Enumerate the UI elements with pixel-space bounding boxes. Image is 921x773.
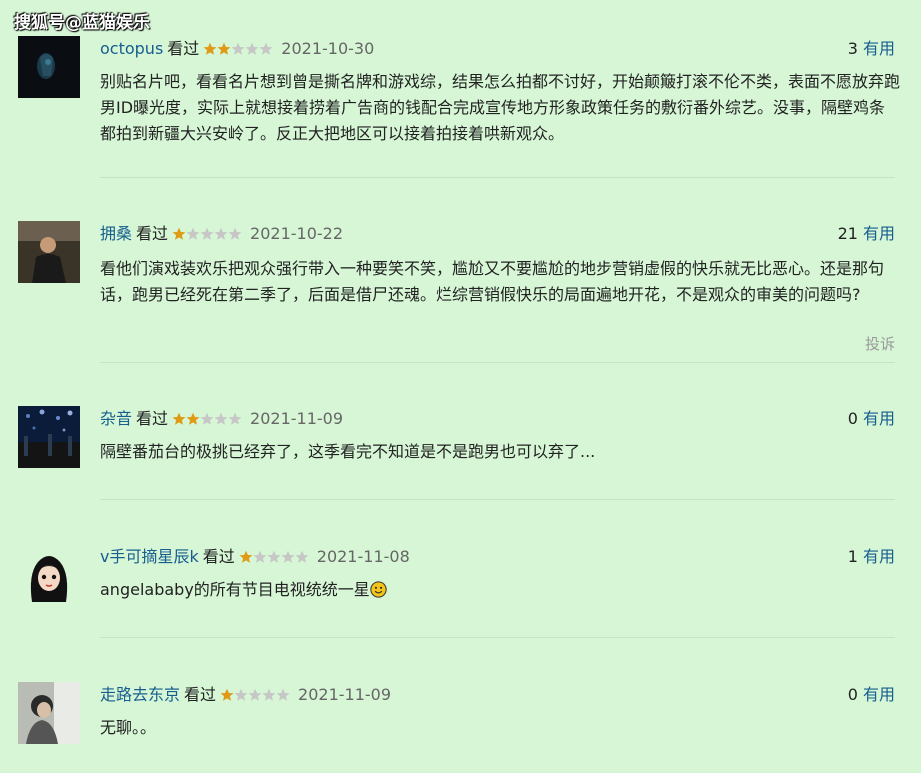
watch-status: 看过 — [167, 39, 200, 58]
username-link[interactable]: octopus — [100, 38, 163, 60]
divider — [100, 177, 895, 178]
useful-button[interactable]: 有用 — [863, 409, 895, 428]
useful-vote[interactable]: 0 有用 — [848, 408, 895, 430]
comment-text: 无聊。。 — [100, 718, 157, 737]
avatar[interactable] — [18, 682, 80, 744]
divider — [100, 637, 895, 638]
comment-header: 走路去东京 看过 2021-11-09 0 有用 — [100, 684, 895, 706]
star-empty-icon — [281, 550, 295, 563]
star-empty-icon — [259, 42, 273, 55]
useful-vote[interactable]: 21 有用 — [838, 223, 895, 245]
smiley-face-icon — [370, 581, 387, 598]
comment-date: 2021-10-22 — [250, 224, 344, 243]
comment-text-content: angelababy的所有节目电视统统一星 — [100, 580, 370, 599]
comment-date: 2021-11-08 — [316, 547, 410, 566]
watch-status: 看过 — [136, 224, 169, 243]
avatar[interactable] — [18, 406, 80, 468]
comment-date: 2021-11-09 — [250, 409, 344, 428]
avatar[interactable] — [18, 221, 80, 283]
useful-count: 3 — [847, 39, 858, 58]
useful-button[interactable]: 有用 — [863, 224, 895, 243]
username-link[interactable]: 拥桑 — [100, 223, 132, 245]
comment-header: 拥桑 看过 2021-10-22 21 有用 — [100, 223, 895, 245]
useful-count: 0 — [847, 685, 858, 704]
username-link[interactable]: 杂音 — [100, 408, 132, 430]
star-filled-icon — [186, 412, 200, 425]
star-filled-icon — [220, 688, 234, 701]
star-empty-icon — [186, 227, 200, 240]
star-filled-icon — [203, 42, 217, 55]
star-empty-icon — [214, 412, 228, 425]
comment-header: 杂音 看过 2021-11-09 0 有用 — [100, 408, 895, 430]
comment-text: 隔壁番茄台的极挑已经弃了，这季看完不知道是不是跑男也可以弃了... — [100, 442, 596, 461]
star-empty-icon — [267, 550, 281, 563]
comment-date: 2021-11-09 — [298, 685, 392, 704]
star-empty-icon — [295, 550, 309, 563]
watch-status: 看过 — [202, 547, 235, 566]
star-filled-icon — [239, 550, 253, 563]
useful-button[interactable]: 有用 — [863, 685, 895, 704]
useful-button[interactable]: 有用 — [863, 39, 895, 58]
rating-stars — [239, 550, 309, 564]
star-empty-icon — [253, 550, 267, 563]
username-link[interactable]: 走路去东京 — [100, 684, 180, 706]
username-link[interactable]: v手可摘星辰k — [100, 546, 199, 568]
report-button[interactable]: 投诉 — [865, 333, 895, 354]
star-empty-icon — [231, 42, 245, 55]
watch-status: 看过 — [184, 685, 217, 704]
comment-date: 2021-10-30 — [281, 39, 375, 58]
star-empty-icon — [276, 688, 290, 701]
comment-text: angelababy的所有节目电视统统一星 — [100, 577, 900, 603]
useful-vote[interactable]: 1 有用 — [848, 546, 895, 568]
comment-text: 别贴名片吧，看看名片想到曾是撕名牌和游戏综，结果怎么拍都不讨好，开始颠簸打滚不伦… — [100, 72, 901, 143]
star-filled-icon — [217, 42, 231, 55]
avatar[interactable] — [18, 36, 80, 98]
star-filled-icon — [172, 227, 186, 240]
comment-header: octopus 看过 2021-10-30 3 有用 — [100, 38, 895, 60]
rating-stars — [220, 688, 290, 702]
star-empty-icon — [200, 412, 214, 425]
avatar[interactable] — [18, 544, 80, 606]
star-empty-icon — [200, 227, 214, 240]
useful-vote[interactable]: 0 有用 — [848, 684, 895, 706]
watermark-logo: 搜狐号@蓝猫娱乐 — [14, 13, 150, 33]
rating-stars — [172, 227, 242, 241]
comment-text: 看他们演戏装欢乐把观众强行带入一种要笑不笑，尴尬又不要尴尬的地步营销虚假的快乐就… — [100, 259, 885, 304]
divider — [100, 362, 895, 363]
useful-count: 0 — [847, 409, 858, 428]
divider — [100, 499, 895, 500]
useful-count: 21 — [837, 224, 858, 243]
star-empty-icon — [214, 227, 228, 240]
watch-status: 看过 — [136, 409, 169, 428]
star-empty-icon — [234, 688, 248, 701]
rating-stars — [172, 412, 242, 426]
star-empty-icon — [248, 688, 262, 701]
useful-button[interactable]: 有用 — [863, 547, 895, 566]
star-empty-icon — [228, 412, 242, 425]
star-empty-icon — [228, 227, 242, 240]
useful-count: 1 — [847, 547, 858, 566]
rating-stars — [203, 42, 273, 56]
useful-vote[interactable]: 3 有用 — [848, 38, 895, 60]
star-filled-icon — [172, 412, 186, 425]
star-empty-icon — [245, 42, 259, 55]
comment-header: v手可摘星辰k 看过 2021-11-08 1 有用 — [100, 546, 895, 568]
star-empty-icon — [262, 688, 276, 701]
